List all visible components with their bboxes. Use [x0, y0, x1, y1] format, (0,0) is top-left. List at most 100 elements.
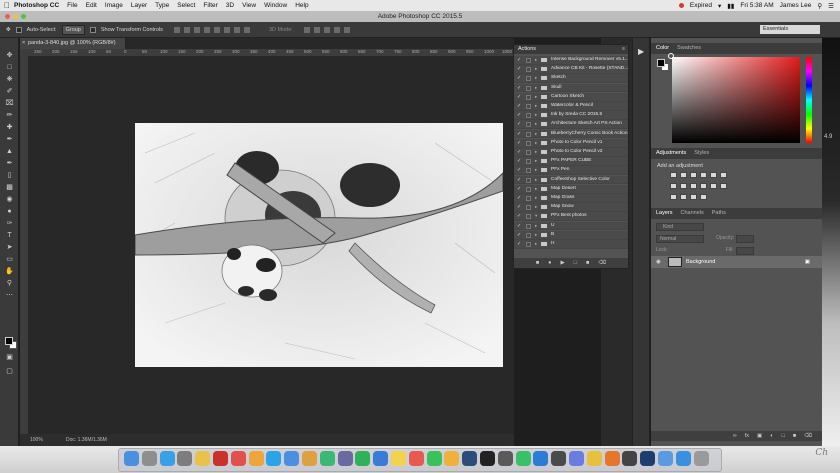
new-set-icon[interactable]: □: [574, 260, 577, 266]
app-menu[interactable]: Photoshop CC: [14, 2, 59, 9]
dialog-toggle-box[interactable]: [526, 159, 531, 165]
camera-raw-dock-icon[interactable]: [622, 451, 638, 466]
menu-filter[interactable]: Filter: [203, 2, 217, 9]
action-set-row[interactable]: ✓ ▸ Intense Background Remover v5.1...: [514, 56, 628, 65]
lock-icon[interactable]: ▣: [805, 256, 810, 268]
zoom-tool-icon[interactable]: ⚲: [5, 280, 14, 287]
maps-dock-icon[interactable]: [319, 451, 335, 466]
tab-layers[interactable]: Layers: [656, 208, 673, 219]
action-checkmark-icon[interactable]: ✓: [517, 231, 521, 239]
terminal-dock-icon[interactable]: [480, 451, 495, 466]
actions-play-icon[interactable]: ▶: [638, 47, 644, 56]
history-brush-tool-icon[interactable]: ✒: [5, 160, 14, 167]
activity-dock-icon[interactable]: [497, 451, 513, 466]
color-picker-field[interactable]: [672, 57, 800, 143]
minimize-window-button[interactable]: [13, 14, 18, 19]
link-layers-icon[interactable]: ∞: [733, 433, 737, 439]
battery-icon[interactable]: ▮▮: [727, 2, 734, 10]
menu-type[interactable]: Type: [155, 2, 169, 9]
action-set-row[interactable]: ✓ ▸ Cartoon Sketch: [514, 92, 628, 102]
fill-input[interactable]: [736, 247, 754, 255]
foreground-color-swatch[interactable]: [5, 337, 13, 345]
expand-triangle-right-icon[interactable]: ▸: [535, 203, 537, 211]
skype-dock-icon[interactable]: [266, 451, 282, 466]
channel-mixer-icon[interactable]: [700, 183, 707, 189]
action-checkmark-icon[interactable]: ✓: [517, 102, 521, 110]
firefox-dock-icon[interactable]: [604, 451, 620, 466]
dodge-tool-icon[interactable]: ●: [5, 208, 14, 215]
document-tab[interactable]: × panda-3-840.jpg @ 100% (RGB/8#): [20, 38, 126, 49]
action-set-row[interactable]: ✓ ▸ Map Grass: [514, 194, 628, 203]
align-top-icon[interactable]: [173, 26, 180, 33]
drive-dock-icon[interactable]: [355, 451, 371, 466]
eraser-tool-icon[interactable]: ▯: [5, 172, 14, 179]
action-checkmark-icon[interactable]: ✓: [517, 56, 521, 64]
3d-scale-icon[interactable]: [343, 26, 350, 33]
brush-tool-icon[interactable]: ✒: [5, 136, 14, 143]
color-balance-icon[interactable]: [670, 183, 677, 189]
color-panel-swatches[interactable]: [657, 59, 669, 71]
action-checkmark-icon[interactable]: ✓: [517, 157, 521, 165]
action-set-row[interactable]: ✓ ▸ Photo to Color Pencil v2: [514, 148, 628, 157]
action-set-row[interactable]: ✓ ▾ PFx Bent photos: [514, 212, 628, 222]
distribute-icon[interactable]: [233, 26, 240, 33]
shape-tool-icon[interactable]: ▭: [5, 256, 14, 263]
dialog-toggle-box[interactable]: [526, 94, 531, 100]
expand-triangle-right-icon[interactable]: ▸: [535, 84, 537, 92]
menu-image[interactable]: Image: [105, 2, 123, 9]
doc-size[interactable]: Doc: 1.36M/1.36M: [66, 434, 107, 446]
dialog-toggle-box[interactable]: [526, 186, 531, 192]
menu-view[interactable]: View: [242, 2, 256, 9]
action-checkmark-icon[interactable]: ✓: [517, 93, 521, 101]
expand-triangle-right-icon[interactable]: ▸: [535, 157, 537, 165]
xcode-dock-icon[interactable]: [533, 451, 549, 466]
dialog-toggle-box[interactable]: [526, 140, 531, 146]
calendar-dock-icon[interactable]: [408, 451, 424, 466]
expand-triangle-right-icon[interactable]: ▸: [535, 56, 537, 64]
quick-select-tool-icon[interactable]: ✐: [5, 88, 14, 95]
expand-triangle-right-icon[interactable]: ▸: [535, 231, 537, 239]
action-checkmark-icon[interactable]: ✓: [517, 185, 521, 193]
safari-dock-icon[interactable]: [159, 451, 175, 466]
workspace-dropdown[interactable]: Essentials: [760, 25, 820, 34]
vertical-ruler[interactable]: [20, 49, 28, 435]
dialog-toggle-box[interactable]: [526, 85, 531, 91]
apple-icon[interactable]: : [0, 1, 14, 10]
black-white-icon[interactable]: [680, 183, 687, 189]
dialog-toggle-box[interactable]: [526, 131, 531, 137]
marquee-tool-icon[interactable]: □: [5, 64, 14, 71]
imovie-dock-icon[interactable]: [337, 451, 353, 466]
panda-sketch-image[interactable]: [135, 123, 503, 367]
dialog-toggle-box[interactable]: [526, 150, 531, 155]
action-set-row[interactable]: ✓ ▸ Map Desert: [514, 184, 628, 194]
menu-layer[interactable]: Layer: [131, 2, 147, 9]
expand-triangle-right-icon[interactable]: ▸: [535, 74, 537, 82]
dialog-toggle-box[interactable]: [526, 67, 531, 73]
photos-dock-icon[interactable]: [248, 451, 264, 466]
expand-triangle-down-icon[interactable]: ▾: [535, 212, 537, 220]
downloads-dock-icon[interactable]: [675, 451, 691, 466]
quick-mask-icon[interactable]: ▣: [5, 354, 14, 361]
tab-swatches[interactable]: Swatches: [677, 43, 701, 54]
action-set-row[interactable]: ✓ ▸ Advance CB Kit - Rosette (STAND...: [514, 65, 628, 74]
action-checkmark-icon[interactable]: ✓: [517, 240, 521, 248]
layer-row[interactable]: ◉ Background ▣: [651, 256, 822, 268]
dialog-toggle-box[interactable]: [526, 232, 531, 238]
action-checkmark-icon[interactable]: ✓: [517, 148, 521, 156]
color-lookup-icon[interactable]: [710, 183, 717, 189]
action-set-row[interactable]: ✓ ▸ Map Snow: [514, 203, 628, 212]
dialog-toggle-box[interactable]: [526, 76, 531, 82]
wifi-icon[interactable]: ▾: [718, 2, 721, 10]
action-checkmark-icon[interactable]: ✓: [517, 194, 521, 202]
preview-dock-icon[interactable]: [373, 451, 389, 466]
foreground-color-swatch[interactable]: [657, 59, 665, 67]
hue-saturation-icon[interactable]: [720, 172, 727, 178]
group-icon[interactable]: □: [782, 433, 785, 439]
notes-dock-icon[interactable]: [391, 451, 406, 466]
play-icon[interactable]: ▶: [560, 260, 564, 266]
expand-triangle-right-icon[interactable]: ▸: [535, 139, 537, 147]
action-checkmark-icon[interactable]: ✓: [517, 74, 521, 82]
action-set-row[interactable]: ✓ ▸ PFx Pen: [514, 166, 628, 176]
layer-filter-dropdown[interactable]: Kind: [656, 223, 704, 231]
lasso-tool-icon[interactable]: ❋: [5, 76, 14, 83]
